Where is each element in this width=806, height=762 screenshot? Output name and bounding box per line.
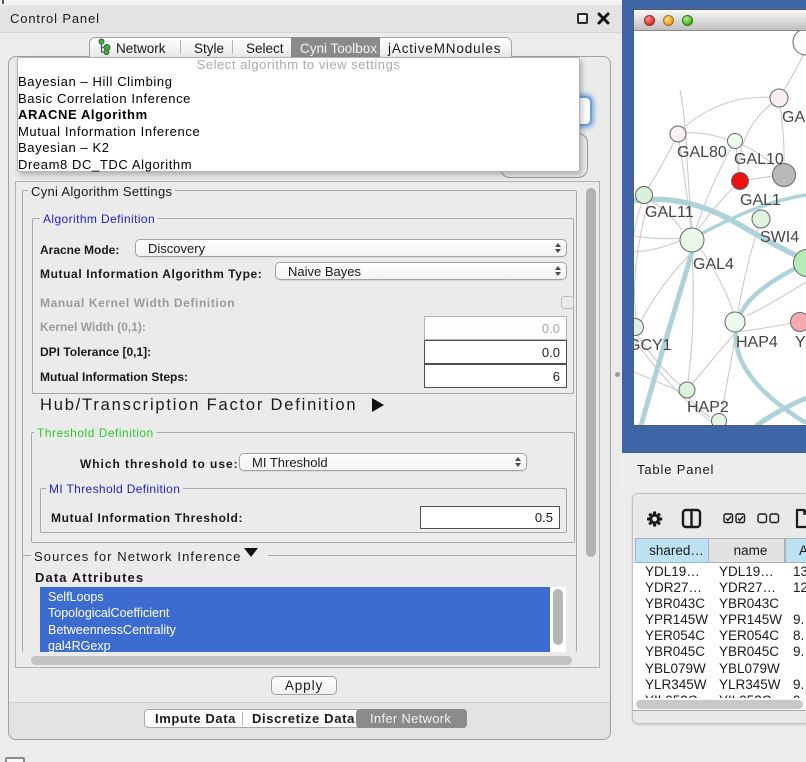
svg-text:GAL80: GAL80 — [782, 109, 806, 126]
svg-text:SWI4: SWI4 — [760, 229, 799, 246]
svg-text:HAP2: HAP2 — [687, 399, 729, 416]
svg-text:GAL80: GAL80 — [677, 144, 727, 161]
svg-text:GAL11: GAL11 — [645, 204, 694, 221]
svg-text:GAL4: GAL4 — [693, 256, 734, 273]
svg-text:GAL10: GAL10 — [734, 151, 784, 168]
svg-text:HAP4: HAP4 — [736, 334, 778, 351]
svg-text:GCY1: GCY1 — [634, 337, 672, 354]
svg-text:GAL1: GAL1 — [740, 192, 781, 209]
svg-text:Y: Y — [795, 334, 806, 351]
